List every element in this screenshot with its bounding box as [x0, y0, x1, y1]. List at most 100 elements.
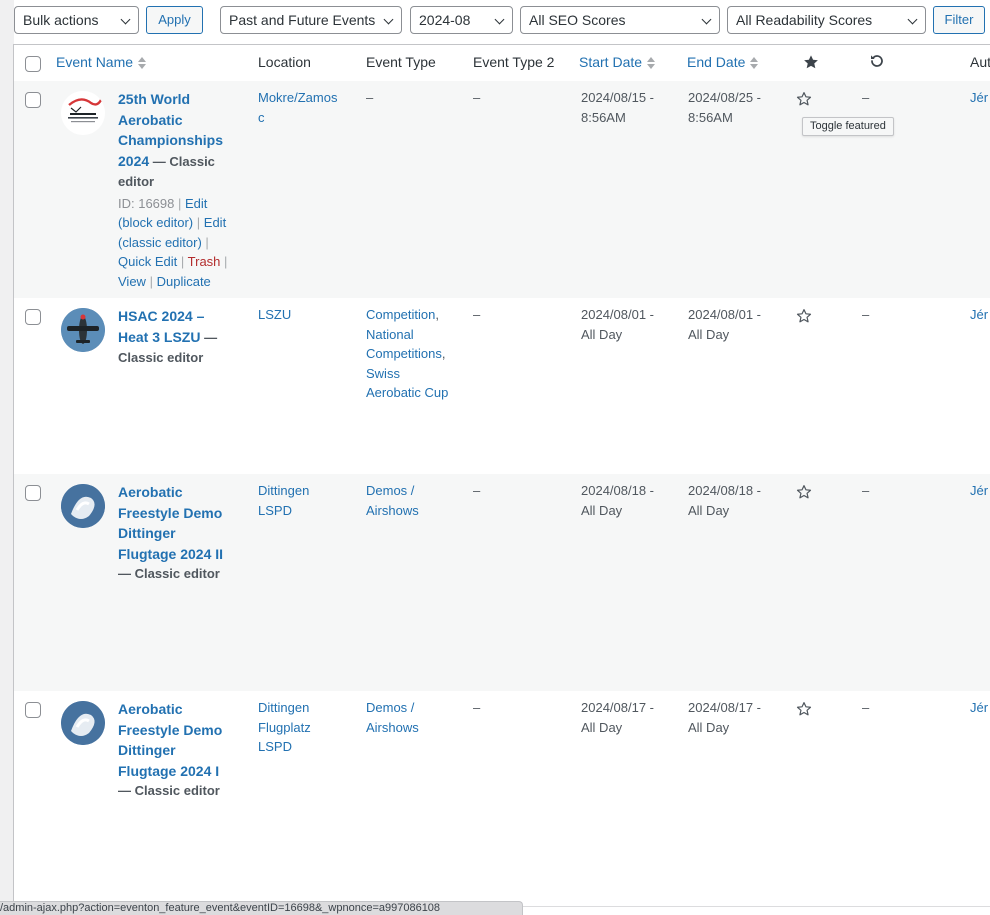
event-type-link[interactable]: Swiss — [366, 364, 466, 384]
title-line: Freestyle Demo — [118, 504, 223, 521]
event-type-link[interactable]: National — [366, 325, 466, 345]
editor-meta: — — [200, 329, 218, 345]
date-line: 2024/08/17 - — [688, 700, 762, 715]
event-type-2-value: – — [473, 90, 481, 105]
event-title-link[interactable]: HSAC 2024 – Heat 3 LSZU — — [118, 306, 243, 348]
sort-icon — [750, 56, 759, 70]
event-type-line: Demos / — [366, 700, 415, 715]
title-line: Aerobatic — [118, 701, 183, 717]
seo-score-select[interactable]: All SEO Scores — [520, 6, 720, 34]
column-event-type-2: Event Type 2 — [473, 54, 555, 70]
chevron-down-icon — [494, 14, 505, 25]
date-line: 2024/08/01 - — [581, 307, 655, 322]
start-date-value: 2024/08/15 - 8:56AM — [581, 88, 654, 127]
author-link[interactable]: Jér — [970, 88, 988, 108]
title-line: Freestyle Demo — [118, 721, 223, 738]
duplicate-link[interactable]: Duplicate — [157, 274, 211, 289]
bulk-actions-select[interactable]: Bulk actions — [14, 6, 139, 34]
location-link[interactable]: Dittingen LSPD — [258, 481, 309, 520]
author-link[interactable]: Jér — [970, 305, 988, 325]
event-range-select[interactable]: Past and Future Events — [220, 6, 402, 34]
event-title-cell: HSAC 2024 – Heat 3 LSZU — Classic editor — [118, 306, 243, 368]
column-location: Location — [258, 54, 311, 70]
event-range-label: Past and Future Events — [229, 12, 376, 28]
separator: | — [180, 254, 185, 269]
start-date-value: 2024/08/01 - All Day — [581, 305, 654, 344]
column-author: Aut — [970, 54, 990, 70]
location-line: Dittingen — [258, 700, 310, 715]
column-start-date[interactable]: Start Date — [579, 54, 656, 70]
star-filled-icon[interactable] — [803, 54, 819, 70]
event-title-cell: Aerobatic Freestyle Demo Dittinger Flugt… — [118, 699, 243, 801]
end-date-value: 2024/08/25 - 8:56AM — [688, 88, 761, 127]
author-link[interactable]: Jér — [970, 481, 988, 501]
trash-link[interactable]: Trash — [188, 254, 221, 269]
readability-select[interactable]: All Readability Scores — [727, 6, 926, 34]
end-date-value: 2024/08/17 - All Day — [688, 698, 761, 737]
star-outline-icon[interactable] — [796, 701, 812, 717]
date-line: 2024/08/15 - — [581, 90, 655, 105]
edit-classic-link[interactable]: (classic editor) — [118, 235, 202, 250]
row-checkbox[interactable] — [25, 702, 41, 718]
edit-block-link[interactable]: (block editor) — [118, 215, 193, 230]
table-row: Aerobatic Freestyle Demo Dittinger Flugt… — [14, 691, 990, 906]
row-checkbox[interactable] — [25, 92, 41, 108]
editor-meta: editor — [118, 174, 155, 189]
edit-classic-link[interactable]: Edit — [204, 215, 226, 230]
bulk-actions-label: Bulk actions — [23, 12, 99, 28]
table-header: Event Name Location Event Type Event Typ… — [14, 44, 990, 82]
event-title-link[interactable]: Aerobatic Freestyle Demo Dittinger Flugt… — [118, 699, 243, 781]
view-link[interactable]: View — [118, 274, 146, 289]
date-line: 2024/08/25 - — [688, 90, 762, 105]
event-type-link[interactable]: Demos / Airshows — [366, 481, 419, 520]
repeat-value: – — [862, 307, 870, 322]
star-outline-icon[interactable] — [796, 484, 812, 500]
star-outline-icon[interactable] — [796, 91, 812, 107]
separator: | — [205, 234, 209, 250]
separator: | — [178, 195, 182, 211]
editor-meta: — Classic — [149, 153, 215, 169]
title-line: HSAC 2024 – — [118, 308, 205, 324]
filter-button[interactable]: Filter — [933, 6, 985, 34]
title-line: Aerobatic — [118, 484, 183, 500]
time-line: All Day — [688, 326, 730, 342]
month-label: 2024-08 — [419, 12, 471, 28]
location-line: Dittingen — [258, 483, 310, 498]
event-title-cell: Aerobatic Freestyle Demo Dittinger Flugt… — [118, 482, 243, 584]
column-event-name[interactable]: Event Name — [56, 54, 147, 70]
event-type-line: Airshows — [366, 719, 419, 735]
apply-button[interactable]: Apply — [146, 6, 203, 34]
table-row: Aerobatic Freestyle Demo Dittinger Flugt… — [14, 474, 990, 691]
event-title-cell: 25th World Aerobatic Championships 2024 … — [118, 89, 243, 291]
edit-block-link[interactable]: Edit — [185, 196, 207, 211]
row-checkbox[interactable] — [25, 309, 41, 325]
event-title-link[interactable]: Aerobatic Freestyle Demo Dittinger Flugt… — [118, 482, 243, 564]
quick-edit-link[interactable]: Quick Edit — [118, 254, 177, 269]
location-link[interactable]: Mokre/Zamos c — [258, 88, 358, 127]
event-thumbnail — [61, 91, 105, 135]
event-type-link[interactable]: Aerobatic Cup — [366, 383, 466, 403]
start-date-header-label: Start Date — [579, 54, 643, 70]
title-line: Dittinger — [118, 742, 176, 758]
select-all-checkbox[interactable] — [25, 56, 41, 72]
month-select[interactable]: 2024-08 — [410, 6, 513, 34]
event-type-2-value: – — [473, 700, 481, 715]
star-outline-icon[interactable] — [796, 308, 812, 324]
column-end-date[interactable]: End Date — [687, 54, 759, 70]
table-row: 25th World Aerobatic Championships 2024 … — [14, 81, 990, 298]
event-type-link[interactable]: Competition — [366, 307, 435, 322]
time-line: All Day — [581, 719, 623, 735]
separator: | — [196, 215, 201, 230]
location-link[interactable]: Dittingen Flugplatz LSPD — [258, 698, 311, 757]
event-type-link[interactable]: Demos / Airshows — [366, 698, 419, 737]
event-type-link[interactable]: Competitions — [366, 346, 442, 361]
title-line: 2024 — [118, 152, 150, 169]
location-link[interactable]: LSZU — [258, 305, 291, 325]
status-url: /admin-ajax.php?action=eventon_feature_e… — [0, 902, 441, 914]
row-checkbox[interactable] — [25, 485, 41, 501]
event-type-line: Airshows — [366, 502, 419, 518]
event-title-link[interactable]: 25th World Aerobatic Championships 2024 … — [118, 89, 243, 172]
sort-icon — [647, 56, 656, 70]
browser-status-bar: /admin-ajax.php?action=eventon_feature_e… — [0, 901, 523, 915]
author-link[interactable]: Jér — [970, 698, 988, 718]
